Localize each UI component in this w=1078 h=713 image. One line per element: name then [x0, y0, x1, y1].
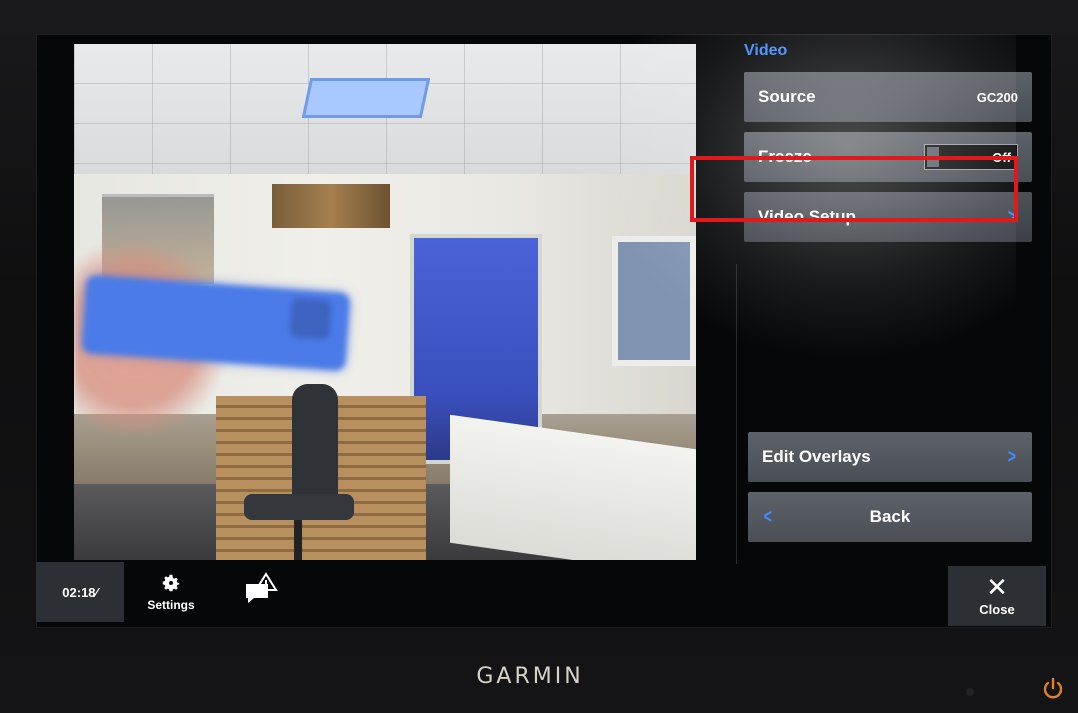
clock-display[interactable]: 02:18⁄ [36, 562, 124, 622]
back-label: Back [869, 507, 911, 526]
power-icon[interactable] [1040, 676, 1066, 702]
video-menu-panel: Video Source GC200 Freeze Off Video Setu… [736, 34, 1052, 564]
display-screen: Video Source GC200 Freeze Off Video Setu… [36, 34, 1052, 628]
settings-label: Settings [147, 598, 195, 612]
close-icon: ✕ [986, 571, 1008, 602]
video-feed [74, 44, 696, 560]
gear-icon [162, 574, 180, 592]
clock-time: 02:18⁄ [62, 584, 98, 600]
source-label: Source [758, 87, 816, 106]
chair-seat [244, 494, 354, 520]
source-button[interactable]: Source GC200 [744, 72, 1032, 122]
edit-overlays-label: Edit Overlays [762, 447, 871, 466]
video-scene-window [612, 236, 696, 366]
brand-logo: GARMIN [476, 664, 584, 689]
chevron-right-icon: > [1008, 445, 1017, 468]
source-value: GC200 [976, 89, 1018, 105]
close-button[interactable]: ✕ Close [948, 566, 1046, 626]
close-label: Close [979, 601, 1015, 617]
phone-camera [289, 297, 332, 340]
video-scene-ceiling-light [301, 78, 431, 118]
chevron-left-icon: < [763, 505, 772, 528]
settings-button[interactable]: Settings [136, 564, 206, 620]
bezel-sensor [966, 688, 974, 696]
video-scene-counter [450, 414, 696, 560]
message-alert-icon [246, 572, 278, 603]
video-scene-poster [272, 184, 390, 228]
edit-overlays-button[interactable]: Edit Overlays > [748, 432, 1032, 482]
chair-post [294, 520, 302, 560]
back-button[interactable]: < Back [748, 492, 1032, 542]
panel-title: Video [744, 42, 788, 59]
video-scene-chair [224, 384, 374, 560]
highlight-annotation [690, 156, 1018, 222]
chair-back [292, 384, 338, 504]
notification-button[interactable] [242, 572, 282, 608]
device-bezel: Video Source GC200 Freeze Off Video Setu… [0, 0, 1078, 713]
